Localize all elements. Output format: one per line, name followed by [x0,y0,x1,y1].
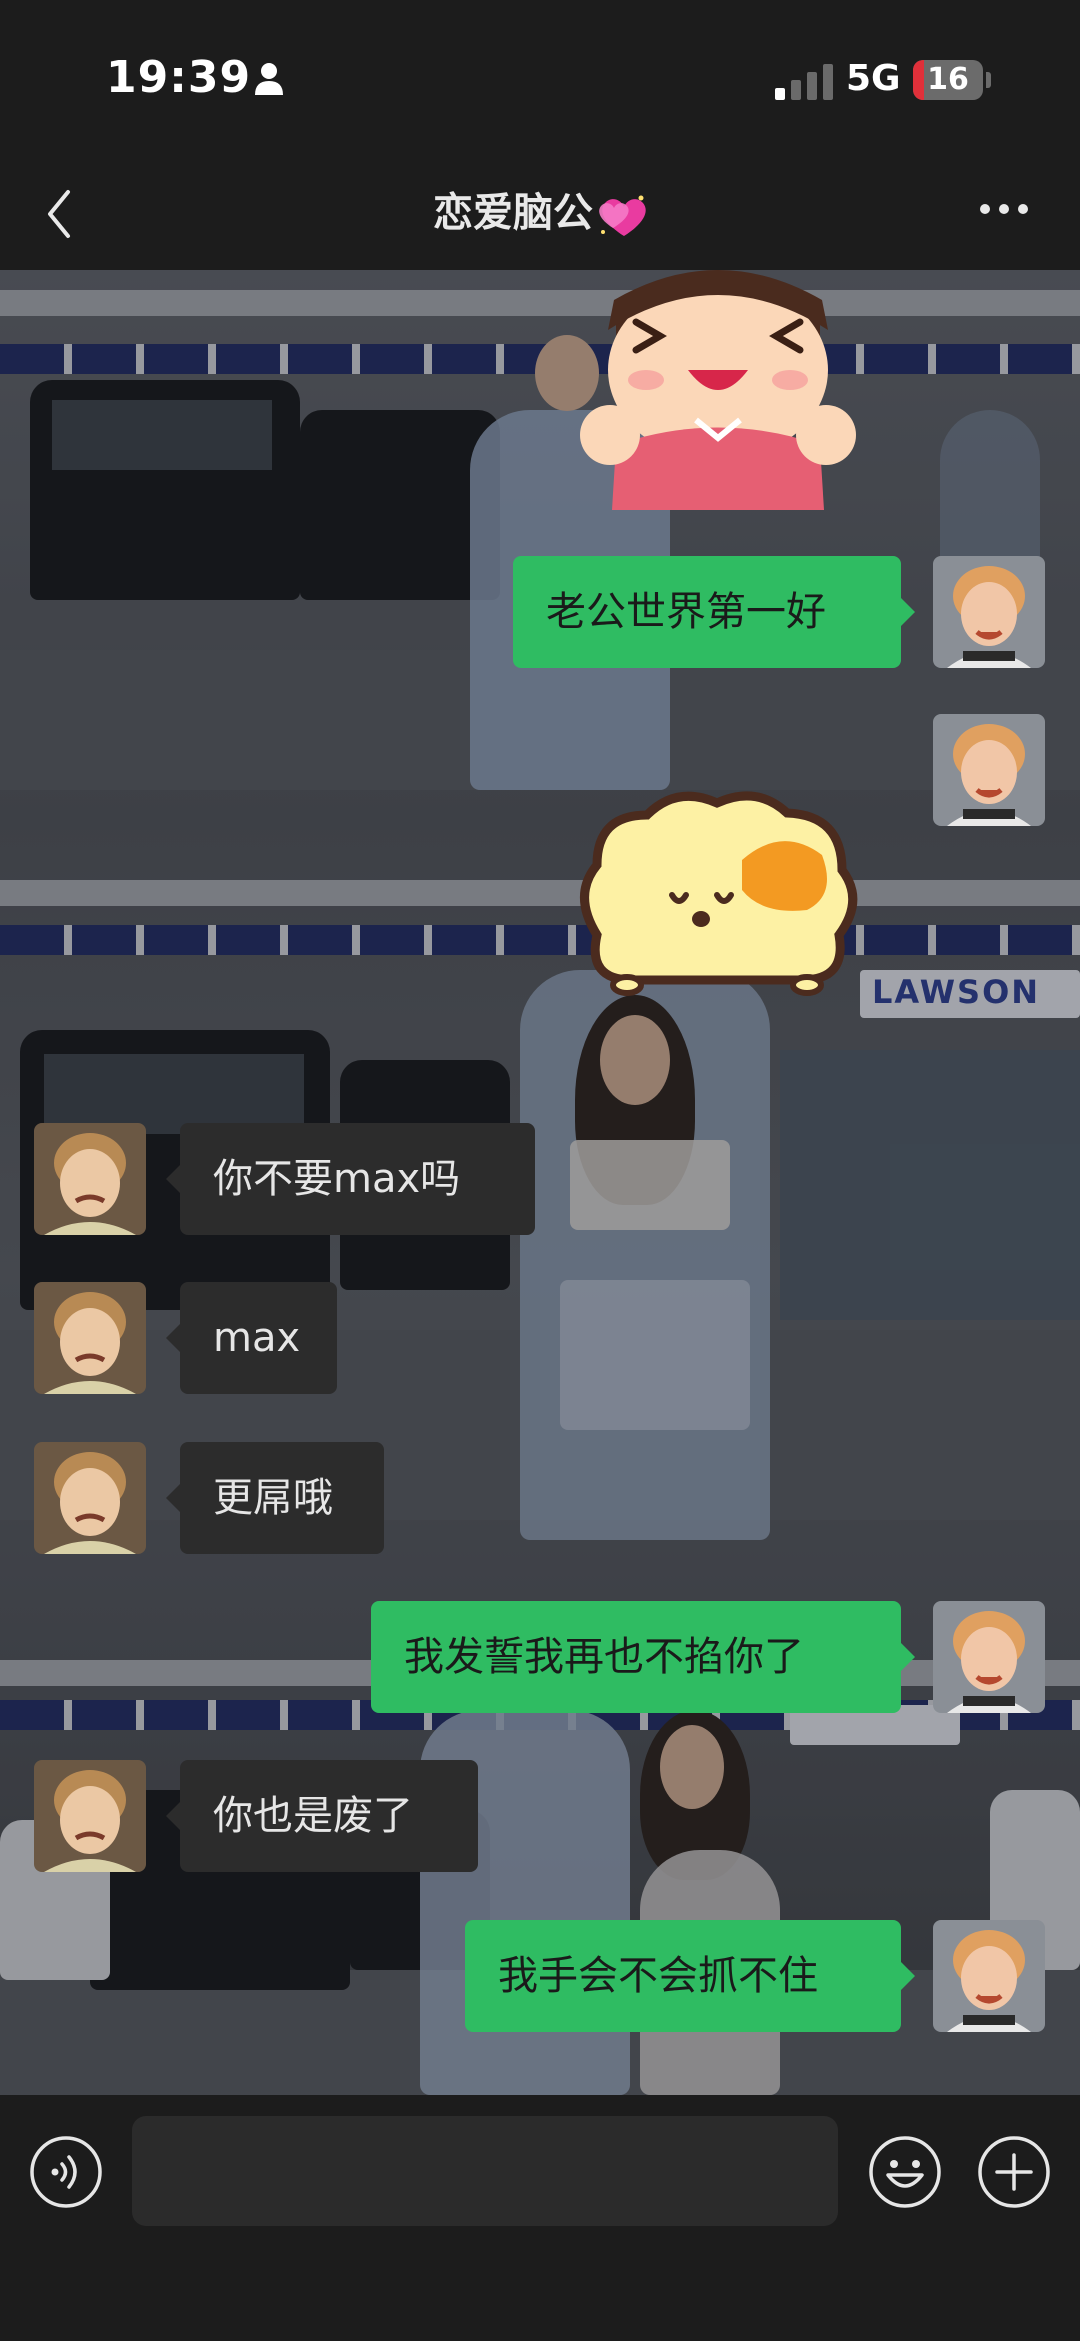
message-bubble-out[interactable]: 老公世界第一好 [513,556,915,668]
message-text: 你不要max吗 [213,1156,461,1202]
person-icon [255,63,283,95]
emoji-icon[interactable] [868,2135,942,2209]
chat-title: 恋爱脑公 [0,180,1080,238]
message-bubble-in[interactable]: 更屌哦 [166,1442,384,1554]
status-time: 19:39 [106,52,252,103]
child-photo-icon [34,1123,146,1235]
child-photo-icon [34,1760,146,1872]
cheering-girl-sticker[interactable] [576,270,860,510]
signal-icon [775,64,833,100]
status-bar: 19:39 5G 16 [0,0,1080,160]
sparkling-heart-icon [599,195,646,236]
battery-tip [986,72,991,88]
child-photo-icon [34,1282,146,1394]
chat-header: 恋爱脑公 [0,160,1080,270]
background-dim-overlay [0,270,1080,2095]
message-input[interactable] [132,2116,838,2226]
chat-message-list[interactable]: LAWSON 老公世界第一好 你不要max吗 max 更屌哦 我发誓我再也不掐你… [0,270,1080,2095]
message-bubble-in[interactable]: 你不要max吗 [166,1123,535,1235]
child-photo-icon [933,714,1045,826]
friend-avatar[interactable] [34,1442,146,1554]
battery-percent: 16 [927,62,969,97]
child-photo-icon [933,556,1045,668]
child-photo-icon [933,1601,1045,1713]
chat-title-text: 恋爱脑公 [433,190,593,236]
voice-icon[interactable] [29,2135,103,2209]
message-text: 你也是废了 [213,1793,413,1839]
my-avatar[interactable] [933,1920,1045,2032]
message-bubble-out[interactable]: 我手会不会抓不住 [465,1920,915,2032]
my-avatar[interactable] [933,1601,1045,1713]
message-text: 老公世界第一好 [546,589,826,635]
child-photo-icon [933,1920,1045,2032]
my-avatar[interactable] [933,556,1045,668]
friend-avatar[interactable] [34,1760,146,1872]
more-horizontal-icon[interactable] [978,202,1030,216]
friend-avatar[interactable] [34,1282,146,1394]
network-type: 5G [846,58,901,99]
message-text: max [213,1315,301,1361]
message-text: 我手会不会抓不住 [498,1953,818,1999]
battery-indicator: 16 [913,60,983,100]
yellow-blob-sticker[interactable] [567,785,867,1000]
message-text: 更屌哦 [213,1475,333,1521]
my-avatar[interactable] [933,714,1045,826]
chat-input-bar [0,2095,1080,2341]
message-bubble-in[interactable]: max [166,1282,337,1394]
friend-avatar[interactable] [34,1123,146,1235]
message-bubble-in[interactable]: 你也是废了 [166,1760,478,1872]
message-text: 我发誓我再也不掐你了 [404,1634,804,1680]
message-bubble-out[interactable]: 我发誓我再也不掐你了 [371,1601,915,1713]
child-photo-icon [34,1442,146,1554]
plus-icon[interactable] [977,2135,1051,2209]
